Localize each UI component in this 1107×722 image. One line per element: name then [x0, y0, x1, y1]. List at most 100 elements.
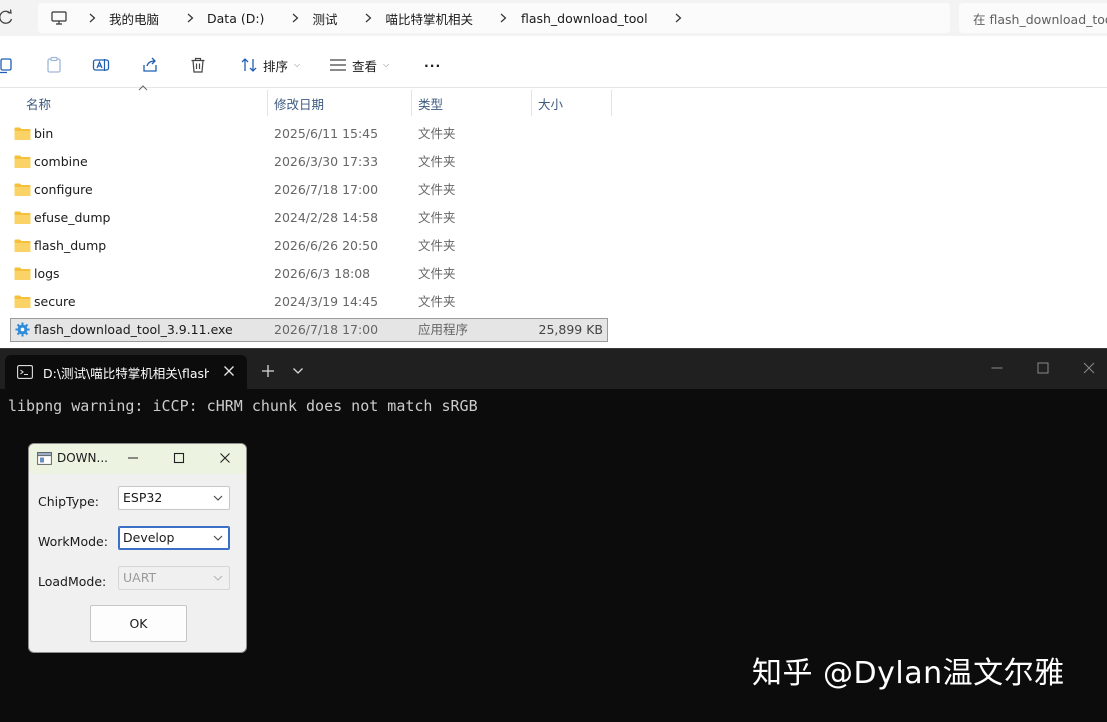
search-input[interactable]: 在 flash_download_tool 中搜索 [959, 3, 1107, 33]
file-type: 文件夹 [418, 294, 456, 309]
column-label: 类型 [418, 96, 444, 112]
breadcrumb-item[interactable]: 我的电脑 [81, 3, 179, 33]
ok-button[interactable]: OK [90, 605, 187, 642]
chip-type-label: ChipType: [38, 494, 99, 509]
breadcrumb-label: flash_download_tool [520, 10, 648, 26]
file-row[interactable]: efuse_dump 2024/2/28 14:58 文件夹 [10, 206, 608, 230]
app-window-icon [37, 452, 52, 465]
breadcrumb-item[interactable]: 喵比特掌机相关 [357, 3, 493, 33]
column-header-date[interactable]: 修改日期 [274, 88, 324, 118]
work-mode-select[interactable]: Develop [118, 526, 230, 550]
file-explorer-window: 我的电脑 Data (D:) 测试 喵比特掌机相关 flash_download… [0, 0, 1107, 348]
close-icon[interactable] [219, 452, 231, 464]
folder-icon [14, 295, 31, 308]
file-type: 文件夹 [418, 182, 456, 197]
terminal-icon [17, 365, 33, 379]
file-date: 2026/6/3 18:08 [274, 266, 371, 281]
file-row[interactable]: secure 2024/3/19 14:45 文件夹 [10, 290, 608, 314]
chevron-down-icon: ⌵ [383, 60, 390, 69]
folder-icon [14, 127, 31, 140]
dialog-titlebar[interactable]: DOWN... [29, 444, 246, 474]
sort-icon [241, 58, 257, 72]
close-tab-icon[interactable] [223, 365, 235, 377]
file-row[interactable]: configure 2026/7/18 17:00 文件夹 [10, 178, 608, 202]
column-label: 大小 [538, 96, 564, 112]
new-tab-icon[interactable] [261, 364, 275, 378]
tab-dropdown-icon[interactable] [292, 367, 304, 375]
chevron-right-icon [361, 3, 375, 33]
maximize-icon[interactable] [173, 452, 185, 464]
view-button[interactable]: 查看 ⌵ [329, 54, 389, 76]
computer-icon [51, 11, 67, 25]
file-name: efuse_dump [34, 210, 111, 225]
maximize-icon[interactable] [1036, 361, 1050, 375]
file-type: 文件夹 [418, 210, 456, 225]
sort-label: 排序 [263, 58, 289, 74]
rename-icon[interactable] [92, 56, 110, 74]
column-header-name[interactable]: 名称 [26, 88, 51, 118]
watermark-text: 知乎 @Dylan温文尔雅 [752, 656, 1065, 691]
folder-icon [14, 211, 31, 224]
dialog-title: DOWN... [57, 451, 108, 465]
column-header-type[interactable]: 类型 [418, 88, 443, 118]
folder-icon [14, 183, 31, 196]
breadcrumb-item[interactable]: Data (D:) [179, 3, 284, 33]
work-mode-value: Develop [123, 530, 175, 545]
sort-button[interactable]: 排序 ⌵ [240, 54, 300, 76]
load-mode-label: LoadMode: [38, 574, 107, 589]
terminal-tab[interactable]: D:\测试\喵比特掌机相关\flash_download_tool_3.9.11… [5, 355, 247, 389]
file-name: flash_download_tool_3.9.11.exe [34, 322, 233, 337]
share-icon[interactable] [141, 56, 159, 74]
address-row: 我的电脑 Data (D:) 测试 喵比特掌机相关 flash_download… [0, 0, 1107, 36]
close-window-icon[interactable] [1082, 361, 1096, 375]
file-size: 25,899 KB [538, 322, 603, 337]
column-divider[interactable] [611, 90, 612, 116]
file-date: 2026/6/26 20:50 [274, 238, 379, 253]
breadcrumb-label: 测试 [312, 11, 338, 27]
column-label: 名称 [26, 96, 52, 112]
file-name: flash_dump [34, 238, 107, 253]
minimize-icon[interactable] [990, 361, 1004, 375]
copy-icon[interactable] [0, 56, 14, 74]
address-bar[interactable]: 我的电脑 Data (D:) 测试 喵比特掌机相关 flash_download… [38, 3, 950, 33]
breadcrumb-item[interactable]: 测试 [284, 3, 357, 33]
file-name: configure [34, 182, 93, 197]
file-name: secure [34, 294, 76, 309]
command-bar: 排序 ⌵ 查看 ⌵ ··· [0, 42, 1107, 88]
refresh-icon[interactable] [0, 8, 14, 26]
minimize-icon[interactable] [127, 452, 139, 464]
delete-icon[interactable] [189, 56, 207, 74]
breadcrumb-label: 喵比特掌机相关 [385, 11, 473, 27]
file-row[interactable]: combine 2026/3/30 17:33 文件夹 [10, 150, 608, 174]
breadcrumb-item[interactable]: flash_download_tool [493, 3, 668, 33]
file-date: 2025/6/11 15:45 [274, 126, 379, 141]
file-type: 文件夹 [418, 126, 456, 141]
file-row[interactable]: logs 2026/6/3 18:08 文件夹 [10, 262, 608, 286]
load-mode-select: UART [118, 566, 230, 590]
column-header-size[interactable]: 大小 [538, 88, 563, 118]
sort-up-arrow-icon [138, 85, 148, 91]
gear-icon [15, 322, 30, 337]
folder-icon [14, 155, 31, 168]
column-label: 修改日期 [274, 96, 325, 112]
column-divider[interactable] [411, 90, 412, 116]
file-row[interactable]: bin 2025/6/11 15:45 文件夹 [10, 122, 608, 146]
chevron-down-icon [213, 575, 223, 581]
breadcrumb-expand[interactable] [668, 3, 700, 33]
file-date: 2026/3/30 17:33 [274, 154, 379, 169]
file-row[interactable]: flash_dump 2026/6/26 20:50 文件夹 [10, 234, 608, 258]
file-date: 2024/2/28 14:58 [274, 210, 379, 225]
column-divider[interactable] [531, 90, 532, 116]
folder-icon [14, 267, 31, 280]
file-row-selected[interactable]: flash_download_tool_3.9.11.exe 2026/7/18… [10, 318, 608, 342]
terminal-tab-title: D:\测试\喵比特掌机相关\flash_download_tool_3.9.11… [43, 365, 209, 381]
chip-type-select[interactable]: ESP32 [118, 486, 230, 510]
paste-icon[interactable] [45, 56, 63, 74]
chevron-right-icon [288, 3, 302, 33]
terminal-output: libpng warning: iCCP: cHRM chunk does no… [8, 397, 478, 415]
terminal-titlebar[interactable]: D:\测试\喵比特掌机相关\flash_download_tool_3.9.11… [0, 349, 1107, 389]
file-type: 文件夹 [418, 238, 456, 253]
chevron-down-icon: ⌵ [294, 60, 301, 69]
more-options-button[interactable]: ··· [424, 54, 441, 76]
column-divider[interactable] [267, 90, 268, 116]
